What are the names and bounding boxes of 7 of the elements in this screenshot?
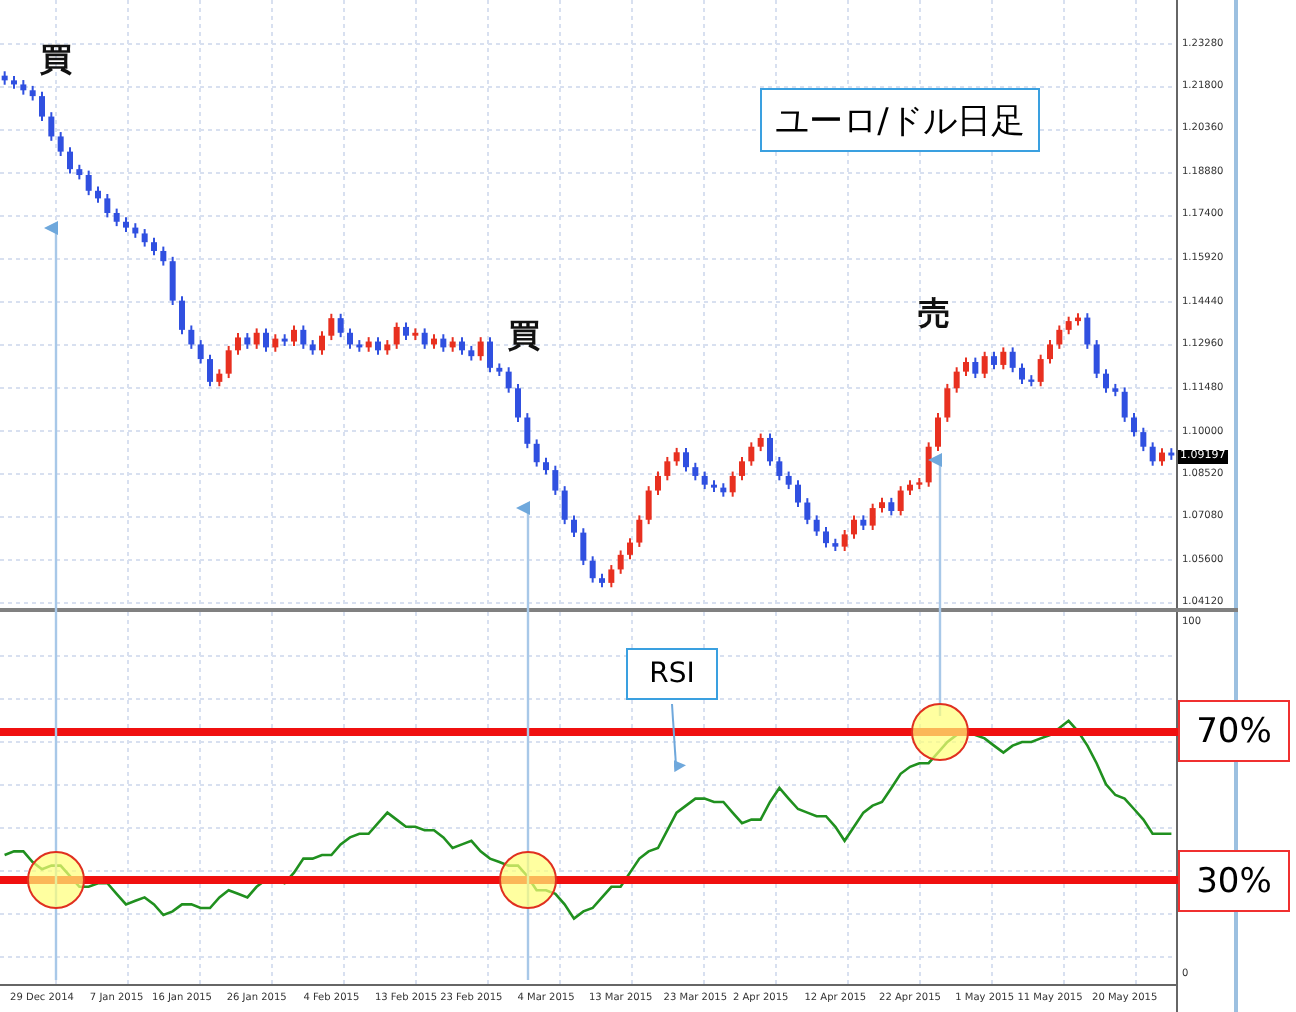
- level-label: 30%: [1178, 850, 1290, 912]
- chart-title: ユーロ/ドル日足: [760, 88, 1040, 152]
- signal-label: 買: [508, 316, 540, 358]
- level-label: 70%: [1178, 700, 1290, 762]
- signal-label: 買: [40, 40, 72, 82]
- indicator-label: RSI: [626, 648, 718, 700]
- signal-label: 売: [918, 294, 950, 336]
